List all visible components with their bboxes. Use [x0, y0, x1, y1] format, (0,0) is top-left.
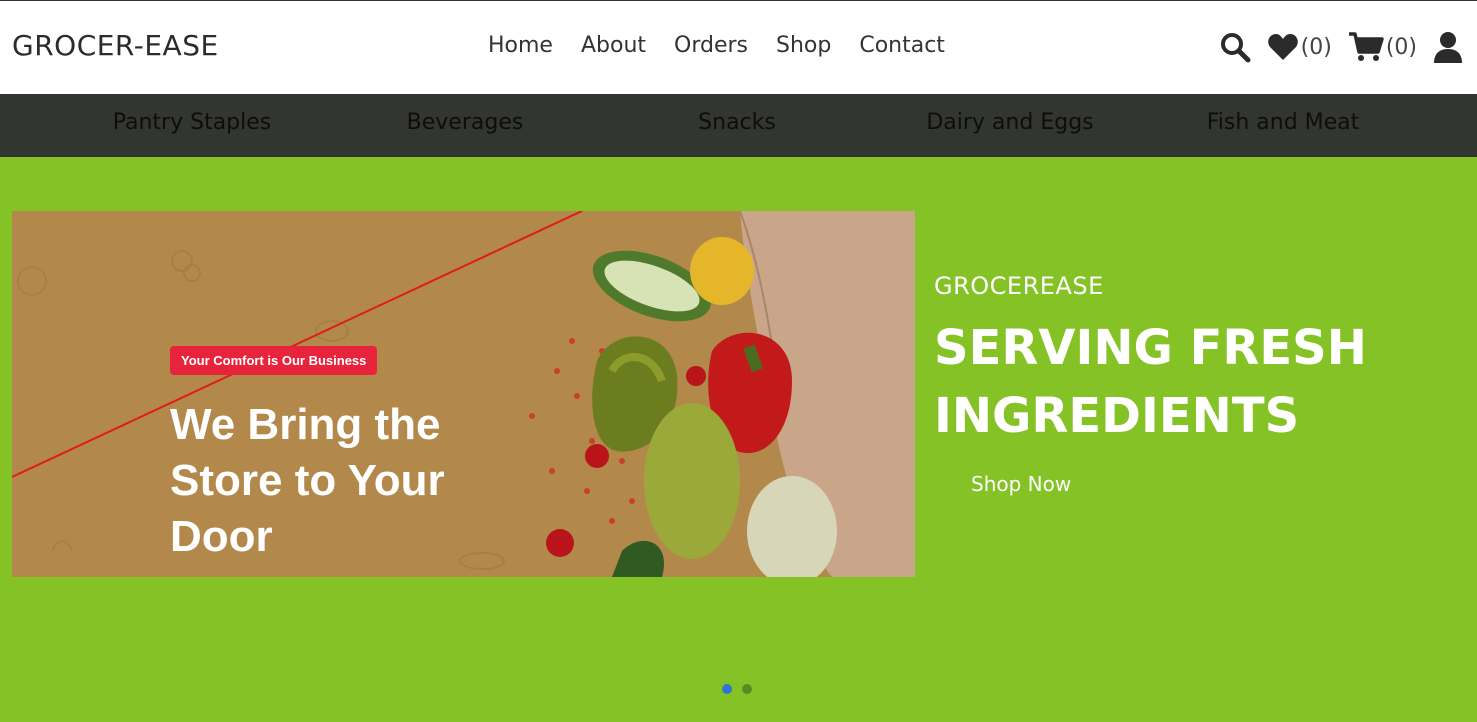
search-icon	[1220, 33, 1251, 63]
banner-heading: We Bring the Store to Your Door	[170, 400, 445, 561]
cart-count: (0)	[1385, 34, 1417, 60]
cart-icon	[1348, 32, 1384, 61]
carousel-indicators	[722, 684, 752, 694]
carousel-dot-1[interactable]	[722, 684, 732, 694]
heart-icon	[1267, 34, 1298, 60]
main-nav: Home About Orders Shop Contact	[488, 33, 973, 58]
brand-logo[interactable]: GROCER-EASE	[12, 29, 219, 62]
banner-badge: Your Comfort is Our Business	[170, 346, 378, 375]
search-button[interactable]	[1219, 31, 1251, 63]
shop-now-button[interactable]: Shop Now	[971, 472, 1071, 496]
carousel-dot-2[interactable]	[742, 684, 752, 694]
nav-about[interactable]: About	[581, 33, 646, 58]
user-icon	[1434, 32, 1462, 63]
hero-carousel: Your Comfort is Our Business We Bring th…	[0, 157, 1477, 722]
nav-home[interactable]: Home	[488, 33, 553, 58]
site-header: GROCER-EASE Home About Orders Shop Conta…	[0, 0, 1477, 94]
hero-headline: SERVING FRESH INGREDIENTS	[934, 320, 1367, 444]
nav-contact[interactable]: Contact	[859, 33, 945, 58]
hero-banner-image: Your Comfort is Our Business We Bring th…	[12, 211, 915, 577]
category-fish-and-meat[interactable]: Fish and Meat	[1207, 110, 1360, 135]
category-dairy-and-eggs[interactable]: Dairy and Eggs	[926, 110, 1093, 135]
hero-eyebrow: GROCEREASE	[934, 272, 1104, 300]
wishlist-button[interactable]: (0)	[1267, 32, 1332, 62]
hero-text: GROCEREASE SERVING FRESH INGREDIENTS Sho…	[934, 272, 1414, 496]
category-snacks[interactable]: Snacks	[698, 110, 776, 135]
account-button[interactable]	[1433, 31, 1463, 63]
category-beverages[interactable]: Beverages	[407, 110, 524, 135]
header-actions: (0) (0)	[1203, 31, 1463, 63]
category-pantry-staples[interactable]: Pantry Staples	[113, 110, 272, 135]
wishlist-count: (0)	[1300, 34, 1332, 60]
nav-orders[interactable]: Orders	[674, 33, 748, 58]
cart-button[interactable]: (0)	[1348, 31, 1417, 63]
category-bar: Pantry Staples Beverages Snacks Dairy an…	[0, 94, 1477, 157]
nav-shop[interactable]: Shop	[776, 33, 831, 58]
